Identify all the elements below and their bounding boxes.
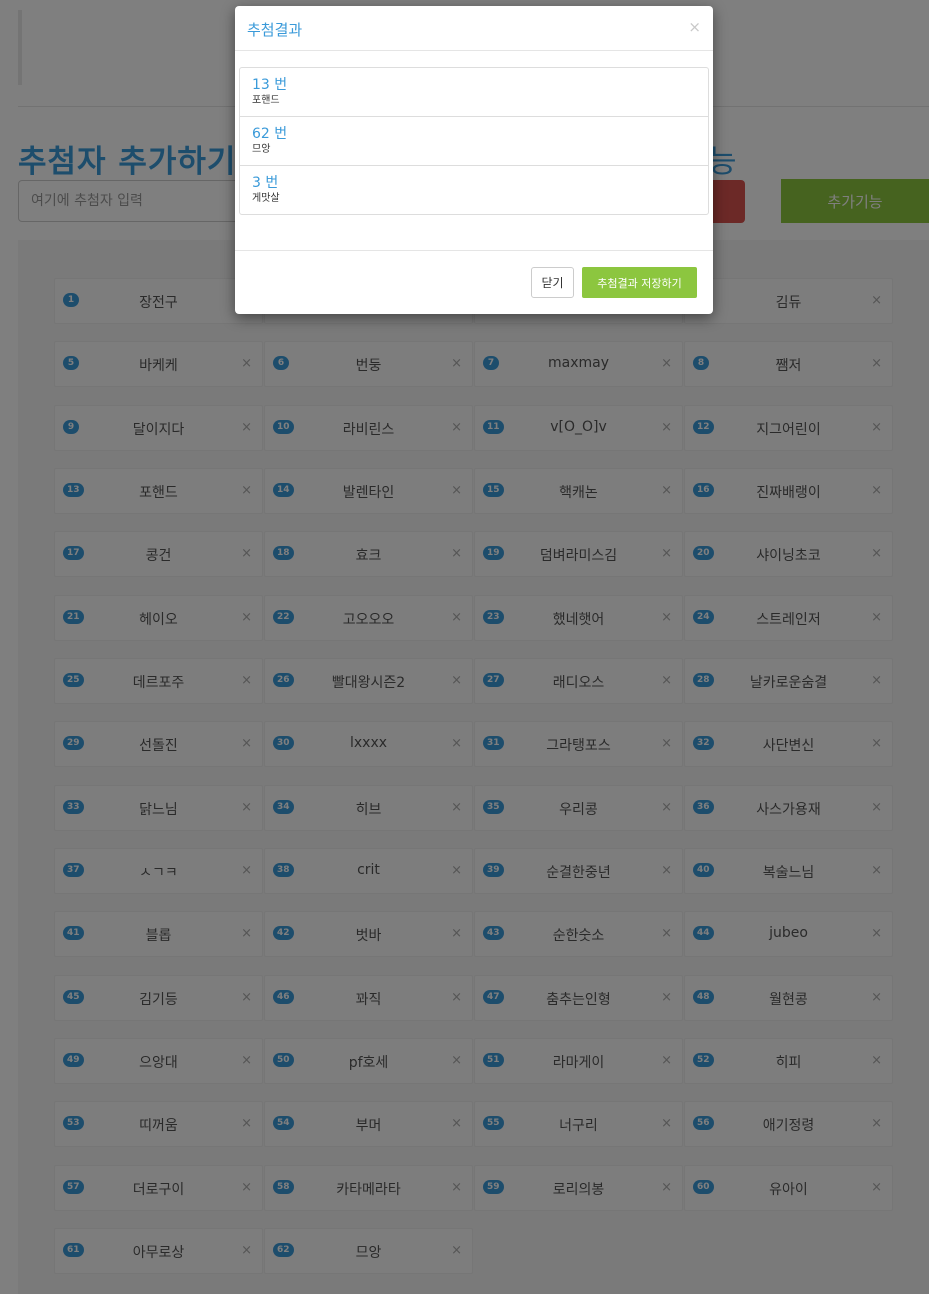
modal-title: 추첨결과 bbox=[247, 21, 303, 39]
close-icon[interactable]: × bbox=[688, 18, 701, 36]
close-button[interactable]: 닫기 bbox=[531, 267, 574, 298]
result-name: 포핸드 bbox=[252, 95, 280, 106]
save-results-button[interactable]: 추첨결과 저장하기 bbox=[582, 267, 697, 298]
modal-footer: 닫기 추첨결과 저장하기 bbox=[235, 250, 713, 314]
result-item: 3 번 게맛살 bbox=[239, 165, 709, 215]
draw-result-modal: 추첨결과 × 13 번 포핸드 62 번 므앙 3 번 게맛살 닫기 추첨결과 … bbox=[235, 6, 713, 314]
result-number: 62 번 bbox=[252, 126, 288, 142]
modal-header: 추첨결과 × bbox=[235, 6, 713, 51]
result-item: 13 번 포핸드 bbox=[239, 67, 709, 117]
result-item: 62 번 므앙 bbox=[239, 116, 709, 166]
result-list: 13 번 포핸드 62 번 므앙 3 번 게맛살 bbox=[239, 67, 709, 215]
result-name: 게맛살 bbox=[252, 193, 280, 204]
result-number: 3 번 bbox=[252, 175, 279, 191]
result-number: 13 번 bbox=[252, 77, 288, 93]
result-name: 므앙 bbox=[252, 144, 271, 155]
